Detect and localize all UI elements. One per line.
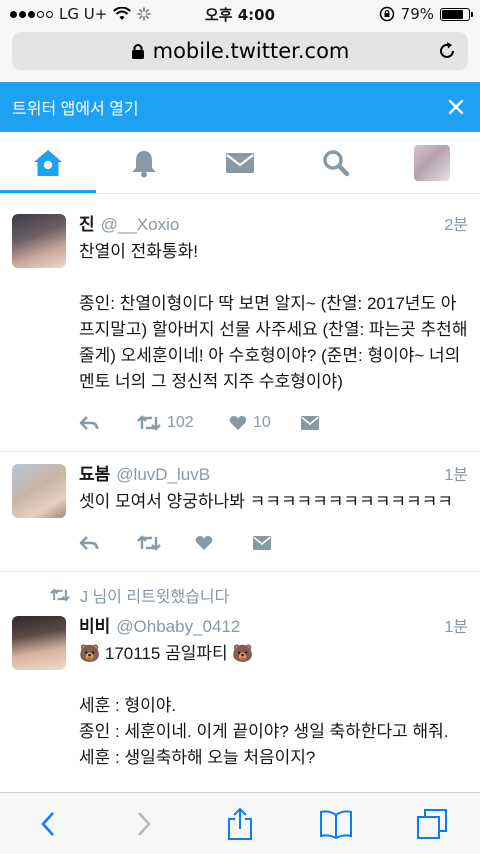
heart-icon — [229, 416, 247, 430]
messages-envelope-icon — [226, 152, 254, 173]
tweet-author-name[interactable]: 비비 — [79, 616, 110, 638]
nav-search-tab[interactable] — [288, 132, 384, 193]
tweet[interactable]: 진 @__Xoxio 2분 찬열이 전화통화! 종인: 찬열이형이다 딱 보면 … — [0, 202, 480, 452]
tweet-timestamp[interactable]: 2분 — [444, 215, 468, 237]
nav-home-tab[interactable] — [0, 132, 96, 193]
nav-messages-tab[interactable] — [192, 132, 288, 193]
home-icon — [34, 149, 62, 176]
chevron-left-icon — [41, 811, 54, 836]
tweet-timestamp[interactable]: 1분 — [444, 465, 468, 487]
retweet-icon — [50, 588, 70, 602]
tweet-text: 🐻 170115 곰일파티 🐻 세훈 : 형이야. 종인 : 세훈이네. 이게 … — [79, 644, 449, 767]
tweet[interactable]: 비비 @Ohbaby_0412 1분 🐻 170115 곰일파티 🐻 세훈 : … — [0, 608, 480, 771]
tweet-author-name[interactable]: 됴봄 — [79, 464, 110, 486]
ios-status-bar: LG U+ 오후 4:00 79% — [0, 0, 480, 28]
like-button[interactable]: 10 — [229, 414, 301, 432]
open-in-app-banner[interactable]: 트위터 앱에서 열기 — [0, 82, 480, 132]
status-left: LG U+ — [10, 5, 379, 23]
battery-icon — [440, 7, 473, 21]
tweet-header: 비비 @Ohbaby_0412 1분 — [79, 616, 468, 639]
retweet-button[interactable]: 102 — [137, 414, 229, 432]
forward-button[interactable] — [120, 800, 168, 848]
search-icon — [323, 149, 350, 176]
tweet-timestamp[interactable]: 1분 — [444, 617, 468, 639]
reply-icon — [79, 416, 99, 430]
nav-profile-tab[interactable] — [384, 132, 480, 193]
retweet-context-label[interactable]: J 님이 리트윗했습니다 — [80, 583, 229, 607]
lock-icon — [131, 44, 144, 59]
chevron-right-icon — [138, 811, 151, 836]
direct-message-button[interactable] — [301, 416, 319, 430]
tweet-author-handle[interactable]: @__Xoxio — [101, 214, 445, 236]
reload-icon[interactable] — [436, 40, 458, 62]
tweet[interactable]: 됴봄 @luvD_luvB 1분 셋이 모여서 양궁하나봐 ㅋㅋㅋㅋㅋㅋㅋㅋㅋㅋ… — [0, 452, 480, 572]
signal-strength-icon — [10, 10, 53, 18]
carrier-label: LG U+ — [59, 5, 108, 23]
reply-button[interactable] — [79, 535, 137, 551]
loading-spinner-icon — [137, 7, 152, 21]
battery-percent: 79% — [400, 5, 434, 23]
tweet-text: 찬열이 전화통화! 종인: 찬열이형이다 딱 보면 알지~ (찬열: 2017년… — [79, 242, 468, 391]
avatar[interactable] — [12, 616, 66, 670]
close-icon — [448, 99, 464, 115]
partially-hidden-row — [0, 194, 480, 202]
browser-address-area: mobile.twitter.com — [0, 28, 480, 82]
tweet-author-handle[interactable]: @luvD_luvB — [116, 464, 444, 486]
avatar[interactable] — [12, 464, 66, 518]
retweet-icon — [137, 415, 161, 431]
banner-close-button[interactable] — [444, 95, 468, 119]
url-text: mobile.twitter.com — [152, 39, 350, 63]
retweet-icon — [137, 535, 161, 551]
share-icon — [228, 807, 252, 840]
orientation-lock-icon — [379, 6, 394, 22]
timeline[interactable]: 진 @__Xoxio 2분 찬열이 전화통화! 종인: 찬열이형이다 딱 보면 … — [0, 194, 480, 792]
like-count: 10 — [253, 414, 271, 431]
retweet-count: 102 — [167, 414, 194, 431]
url-bar[interactable]: mobile.twitter.com — [12, 32, 468, 70]
back-button[interactable] — [24, 800, 72, 848]
tweet-text: 셋이 모여서 양궁하나봐 ㅋㅋㅋㅋㅋㅋㅋㅋㅋㅋㅋㅋㅋ — [79, 492, 453, 511]
wifi-icon — [113, 7, 132, 20]
tabs-button[interactable] — [408, 800, 456, 848]
tweet-header: 진 @__Xoxio 2분 — [79, 214, 468, 237]
tweet-actions: 102 10 — [79, 395, 468, 451]
book-icon — [320, 809, 352, 839]
direct-message-button[interactable] — [253, 536, 271, 550]
tweet-header: 됴봄 @luvD_luvB 1분 — [79, 464, 468, 487]
reply-button[interactable] — [79, 415, 137, 431]
tweet-actions — [79, 515, 468, 571]
share-button[interactable] — [216, 800, 264, 848]
bookmarks-button[interactable] — [312, 800, 360, 848]
status-right: 79% — [379, 5, 473, 23]
heart-icon — [195, 536, 213, 550]
envelope-icon — [301, 416, 319, 430]
retweet-button[interactable] — [137, 535, 195, 551]
tweet-body: 됴봄 @luvD_luvB 1분 셋이 모여서 양궁하나봐 ㅋㅋㅋㅋㅋㅋㅋㅋㅋㅋ… — [79, 464, 468, 571]
reply-icon — [79, 536, 99, 550]
notifications-bell-icon — [132, 150, 156, 177]
twitter-nav-bar — [0, 132, 480, 194]
envelope-icon — [253, 536, 271, 550]
nav-notifications-tab[interactable] — [96, 132, 192, 193]
avatar[interactable] — [12, 214, 66, 268]
tweet-body: 진 @__Xoxio 2분 찬열이 전화통화! 종인: 찬열이형이다 딱 보면 … — [79, 214, 468, 451]
tweet-author-name[interactable]: 진 — [79, 214, 95, 236]
open-in-app-label: 트위터 앱에서 열기 — [12, 101, 139, 118]
tweet-body: 비비 @Ohbaby_0412 1분 🐻 170115 곰일파티 🐻 세훈 : … — [79, 616, 468, 771]
tweet-author-handle[interactable]: @Ohbaby_0412 — [116, 616, 444, 638]
battery-level — [442, 9, 463, 19]
retweet-context: J 님이 리트윗했습니다 — [0, 572, 480, 608]
like-button[interactable] — [195, 535, 253, 551]
tabs-icon — [417, 808, 447, 839]
profile-avatar — [414, 144, 450, 181]
browser-toolbar — [0, 792, 480, 854]
